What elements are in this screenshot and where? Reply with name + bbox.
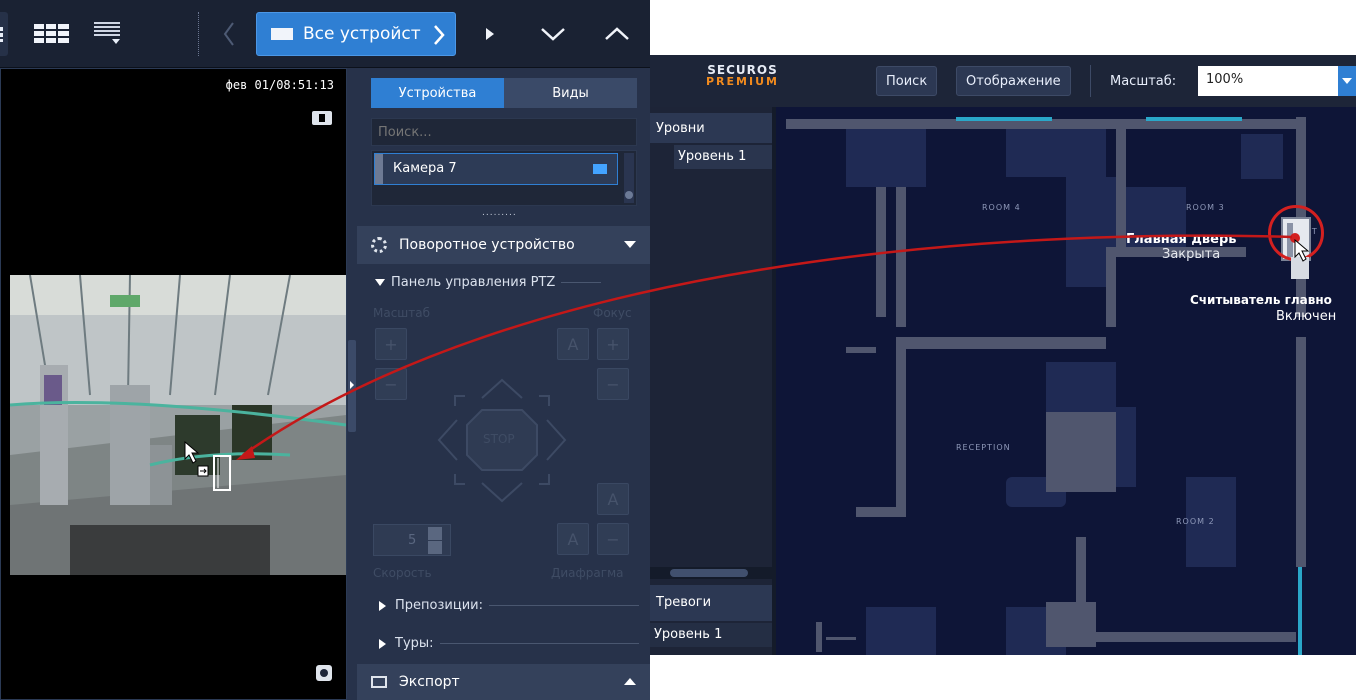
map-search-button[interactable]: Поиск — [876, 66, 938, 96]
ptz-device-header[interactable]: Поворотное устройство — [357, 226, 650, 264]
ptz-device-title: Поворотное устройство — [399, 237, 575, 253]
camera-video-frame — [10, 275, 346, 575]
chevron-left-icon[interactable] — [214, 12, 244, 56]
reception-label: RECEPTION — [956, 443, 1011, 452]
snapshot-icon[interactable] — [316, 665, 332, 681]
door-status: Закрыта — [1162, 247, 1221, 262]
chevron-down-icon[interactable] — [528, 12, 578, 56]
iris-auto-button-2[interactable]: A — [557, 523, 589, 555]
caret-down-icon — [624, 241, 636, 248]
level-item[interactable]: Уровень 1 — [674, 145, 772, 169]
export-header[interactable]: Экспорт — [357, 664, 650, 700]
scale-value: 100% — [1206, 72, 1244, 87]
alarm-item[interactable]: Уровень 1 — [650, 623, 772, 647]
caret-down-icon — [375, 278, 385, 286]
securos-client-window: Все устройст фев 01/08:51:13 Устройства … — [0, 0, 650, 700]
chevron-right-icon — [434, 25, 445, 45]
devices-panel: Устройства Виды Камера 7 ......... Повор… — [357, 68, 650, 700]
focus-plus-button[interactable]: + — [597, 328, 629, 360]
iris-auto-button[interactable]: A — [597, 483, 629, 515]
chevron-up-icon[interactable] — [592, 12, 642, 56]
scale-label: Масштаб: — [1110, 74, 1177, 89]
device-tabs: Устройства Виды — [371, 78, 637, 108]
zoom-label: Масштаб — [373, 306, 431, 320]
stepper-down-icon[interactable] — [428, 541, 442, 554]
reader-title: Считыватель главно — [1190, 293, 1332, 307]
export-label: Экспорт — [399, 674, 460, 690]
export-icon — [371, 676, 387, 688]
room-2-label: ROOM 2 — [1176, 517, 1215, 526]
ptz-direction-pad[interactable]: STOP — [427, 368, 577, 513]
presets-label: Препозиции: — [395, 598, 483, 613]
camera-viewer[interactable]: фев 01/08:51:13 — [0, 68, 347, 700]
play-icon[interactable] — [470, 12, 510, 56]
levels-scrollbar[interactable] — [650, 567, 772, 579]
camera-status-indicator — [375, 154, 383, 184]
monitor-icon — [271, 28, 293, 40]
focus-label: Фокус — [593, 306, 632, 320]
scale-select[interactable]: 100% — [1198, 66, 1356, 96]
tours-section[interactable]: Туры: — [379, 636, 639, 651]
device-list-scrollbar[interactable] — [624, 153, 634, 203]
grid-large-icon[interactable] — [22, 12, 82, 56]
zoom-in-button[interactable]: + — [375, 328, 407, 360]
stepper-up-icon[interactable] — [428, 527, 442, 540]
levels-header: Уровни — [650, 113, 772, 143]
levels-panel: Уровни Уровень 1 Тревоги Уровень 1 — [650, 107, 772, 655]
tours-label: Туры: — [395, 636, 434, 651]
speed-value: 5 — [408, 533, 417, 548]
caret-right-icon — [379, 638, 386, 649]
room-4-label: ROOM 4 — [982, 203, 1021, 212]
layout-icon[interactable] — [593, 164, 607, 174]
iris-minus-button[interactable]: − — [597, 523, 629, 555]
securos-logo: SECUROS PREMIUM — [706, 64, 779, 88]
focus-minus-button[interactable]: − — [597, 368, 629, 400]
room-3-label: ROOM 3 — [1186, 203, 1225, 212]
toolbar-separator — [1090, 65, 1091, 97]
stop-button[interactable]: STOP — [483, 432, 515, 446]
logo-bottom-text: PREMIUM — [706, 75, 779, 88]
iris-label: Диафрагма — [551, 566, 624, 580]
zoom-out-button[interactable]: − — [375, 368, 407, 400]
ptz-panel-header[interactable]: Панель управления PTZ — [375, 275, 602, 290]
caret-up-icon — [624, 678, 636, 685]
toolbar-separator — [198, 12, 200, 56]
viewer-timestamp: фев 01/08:51:13 — [225, 78, 334, 92]
splitter-dots[interactable]: ......... — [482, 208, 517, 218]
top-toolbar: Все устройст — [0, 0, 650, 68]
scale-dropdown-icon[interactable] — [1338, 66, 1356, 96]
device-search-input[interactable] — [371, 118, 637, 146]
focus-auto-button[interactable]: A — [557, 328, 589, 360]
device-list: Камера 7 — [371, 150, 637, 206]
caret-right-icon — [379, 600, 386, 611]
all-devices-selector[interactable]: Все устройст — [256, 12, 456, 56]
filmstrip-icon[interactable] — [312, 111, 332, 125]
panel-splitter-handle[interactable] — [348, 340, 356, 432]
tab-devices[interactable]: Устройства — [371, 78, 504, 108]
reader-status: Включен — [1276, 309, 1337, 324]
map-window: SECUROS PREMIUM Поиск Отображение Масшта… — [650, 55, 1356, 655]
alarms-header: Тревоги — [650, 585, 772, 621]
camera-item-label: Камера 7 — [393, 161, 457, 176]
ptz-panel-title: Панель управления PTZ — [391, 275, 556, 290]
list-item-camera-7[interactable]: Камера 7 — [374, 153, 618, 185]
grid-small-icon[interactable] — [0, 12, 8, 56]
speed-label: Скорость — [373, 566, 432, 580]
grid-dropdown-icon[interactable] — [86, 12, 136, 56]
gear-icon — [371, 237, 387, 253]
map-toolbar: SECUROS PREMIUM Поиск Отображение Масшта… — [650, 55, 1356, 107]
map-canvas[interactable]: ROOM 4 ROOM 3 RECEPTION ROOM 2 EXIT Глав… — [776, 107, 1356, 655]
door-title: Главная дверь — [1126, 232, 1237, 247]
all-devices-label: Все устройст — [303, 24, 421, 44]
speed-stepper[interactable]: 5 — [373, 524, 451, 556]
cursor-pointer-icon — [1294, 239, 1310, 262]
tab-views[interactable]: Виды — [504, 78, 637, 108]
door-marker-icon[interactable] — [196, 454, 236, 492]
presets-section[interactable]: Препозиции: — [379, 598, 639, 613]
map-display-button[interactable]: Отображение — [956, 66, 1071, 96]
